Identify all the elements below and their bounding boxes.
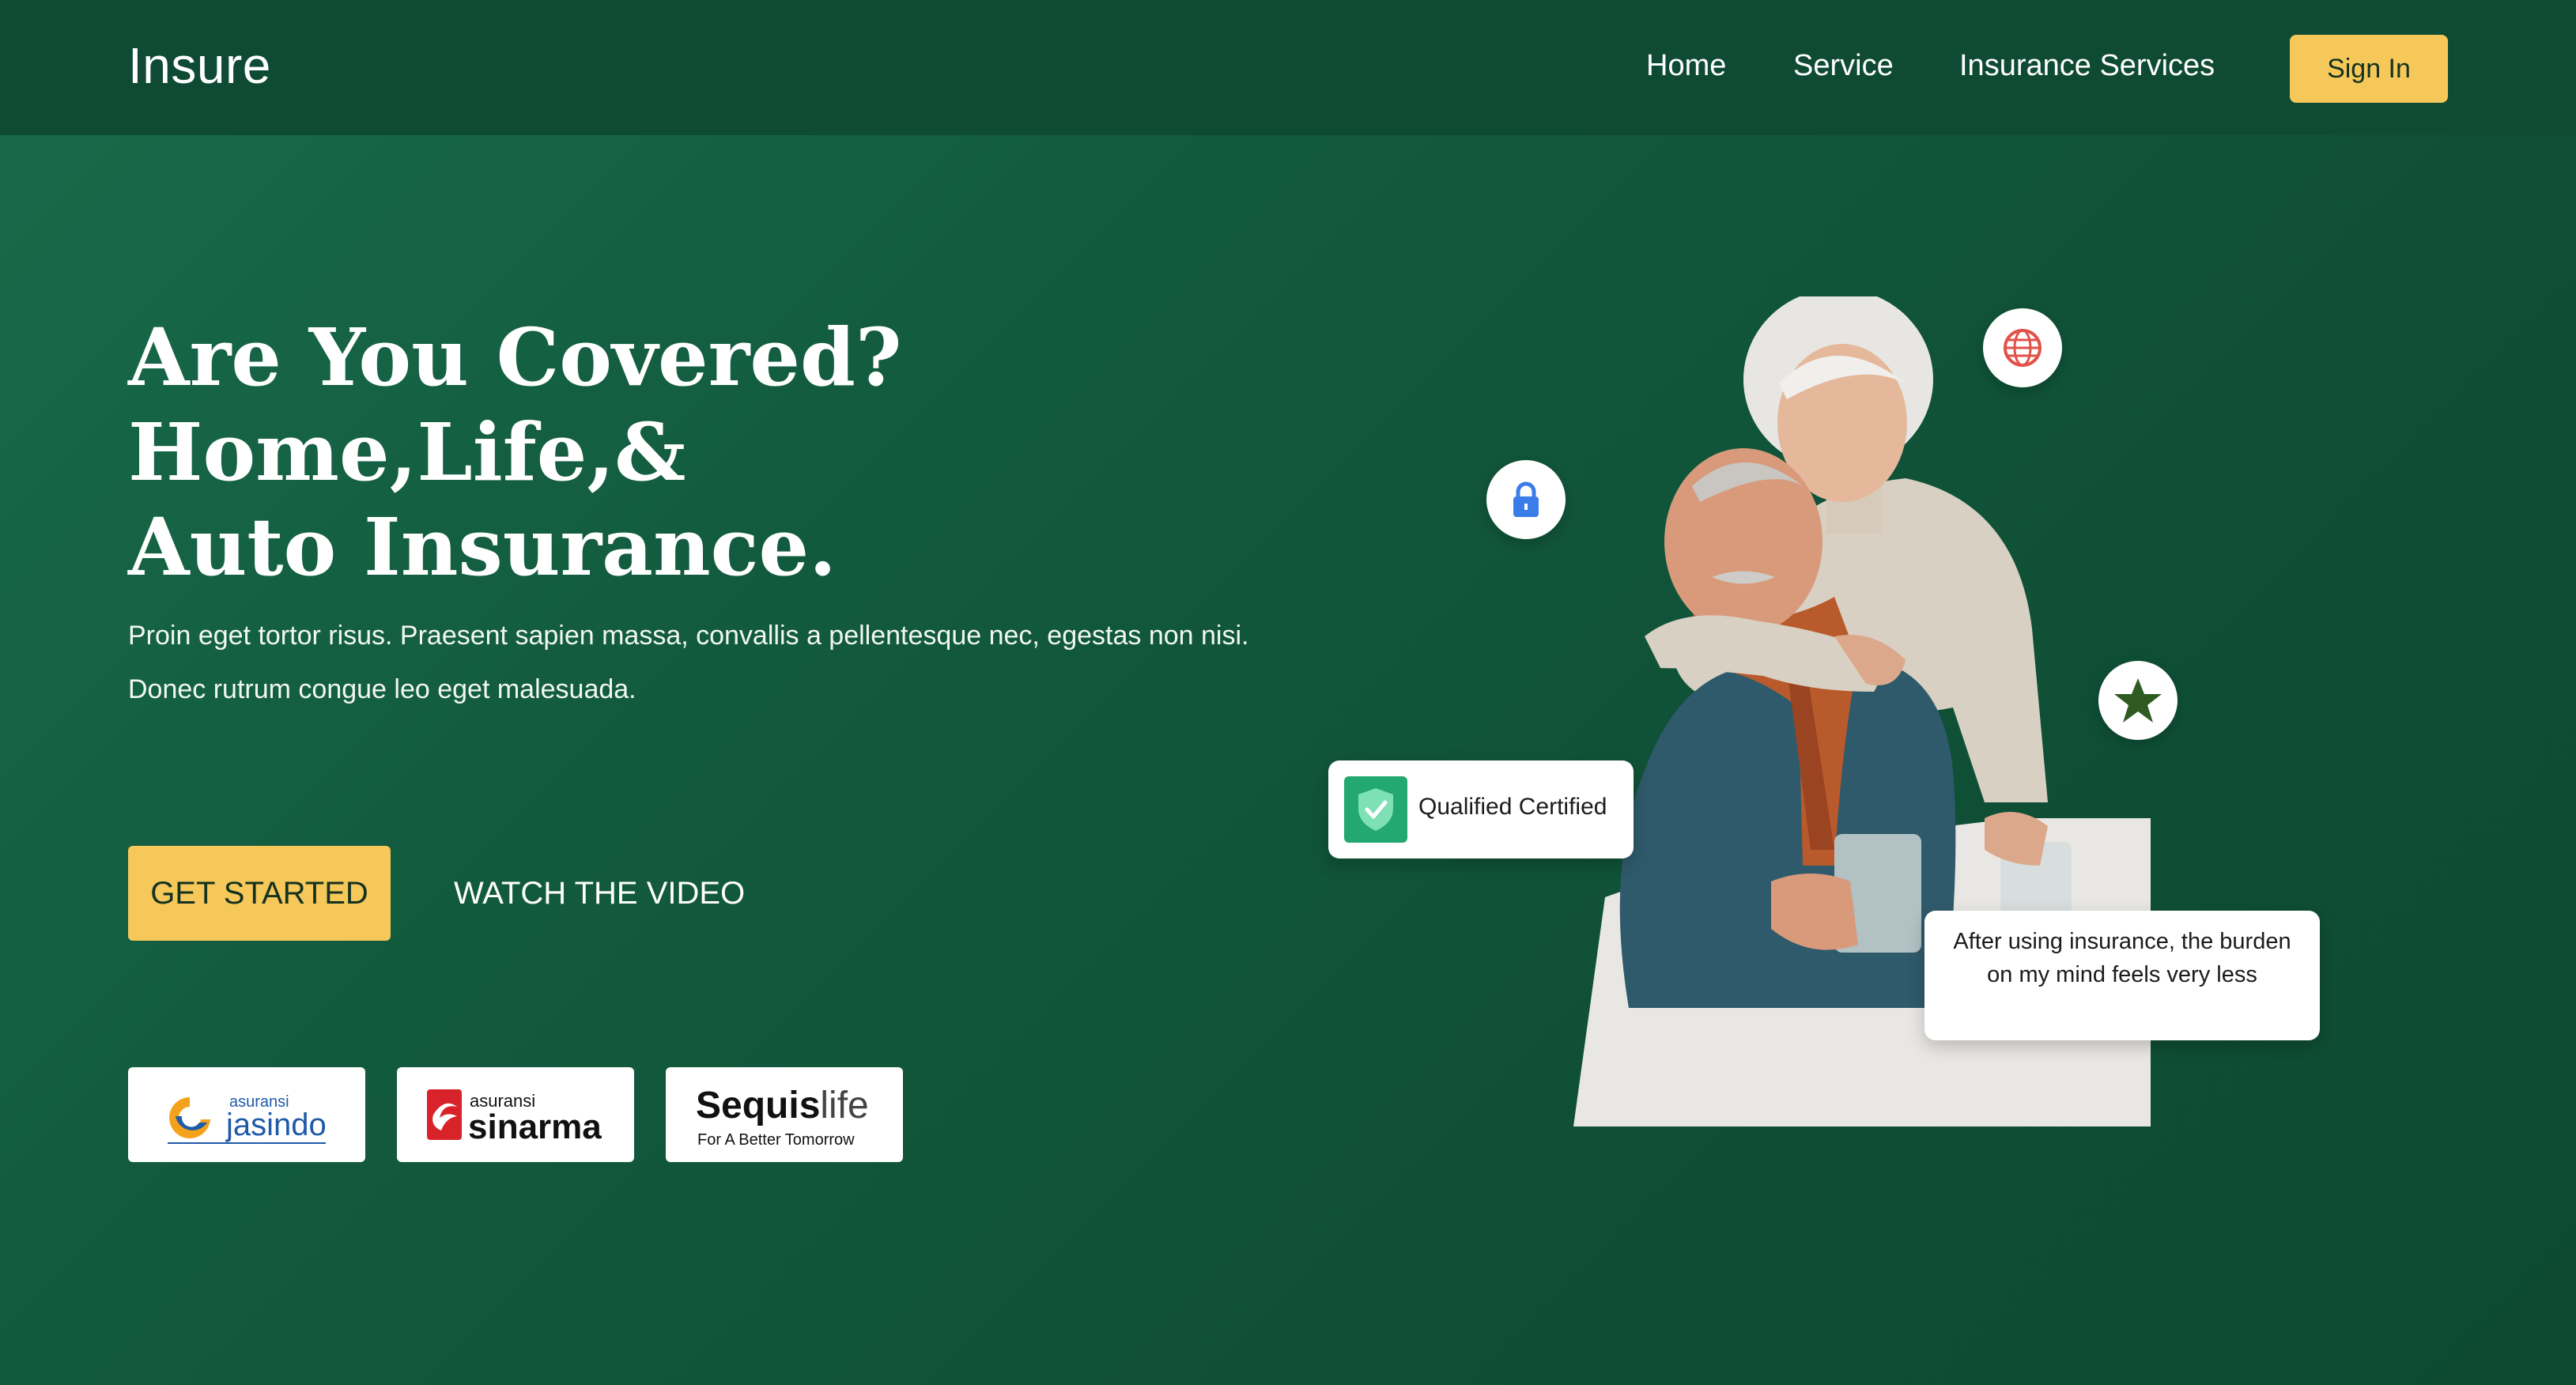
- star-icon: [2098, 661, 2178, 740]
- logo[interactable]: Insure: [128, 36, 271, 95]
- shield-check-icon: [1344, 776, 1407, 843]
- partner-jasindo-name: jasindo: [225, 1108, 327, 1142]
- certified-label: Qualified Certified: [1418, 794, 1607, 820]
- lock-icon: [1486, 460, 1566, 539]
- hero-title-line: Auto Insurance.: [128, 500, 837, 594]
- partner-sequis-tagline: For A Better Tomorrow: [697, 1131, 855, 1149]
- watch-video-button[interactable]: WATCH THE VIDEO: [454, 846, 745, 941]
- partner-logo-jasindo: asuransi jasindo: [128, 1067, 365, 1162]
- navbar: Insure Home Service Insurance Services S…: [0, 0, 2576, 135]
- globe-icon: [1983, 308, 2062, 387]
- hero-title-line: Are You Covered?: [128, 311, 902, 404]
- nav-insurance-services-link[interactable]: Insurance Services: [1959, 49, 2215, 83]
- qualified-certified-card: Qualified Certified: [1328, 760, 1634, 859]
- partner-sequis-light: life: [820, 1085, 868, 1126]
- testimonial-text: After using insurance, the burden on my …: [1953, 929, 2291, 987]
- nav-home-link[interactable]: Home: [1646, 49, 1726, 83]
- testimonial-card: After using insurance, the burden on my …: [1924, 911, 2320, 1040]
- hero-title-line: Home,Life,&: [128, 406, 686, 499]
- hero-title: Are You Covered? Home,Life,& Auto Insura…: [128, 310, 1156, 594]
- partner-logo-sinarma: asuransi sinarma: [397, 1067, 634, 1162]
- sign-in-button[interactable]: Sign In: [2290, 35, 2448, 103]
- partner-sinarma-name: sinarma: [468, 1108, 602, 1146]
- partner-sequis-bold: Sequis: [696, 1085, 820, 1126]
- nav-service-link[interactable]: Service: [1793, 49, 1894, 83]
- get-started-button[interactable]: GET STARTED: [128, 846, 391, 941]
- svg-text:Sequislife: Sequislife: [696, 1085, 869, 1126]
- partner-logo-sequislife: Sequislife For A Better Tomorrow: [666, 1067, 903, 1162]
- hero-description: Proin eget tortor risus. Praesent sapien…: [128, 621, 1249, 704]
